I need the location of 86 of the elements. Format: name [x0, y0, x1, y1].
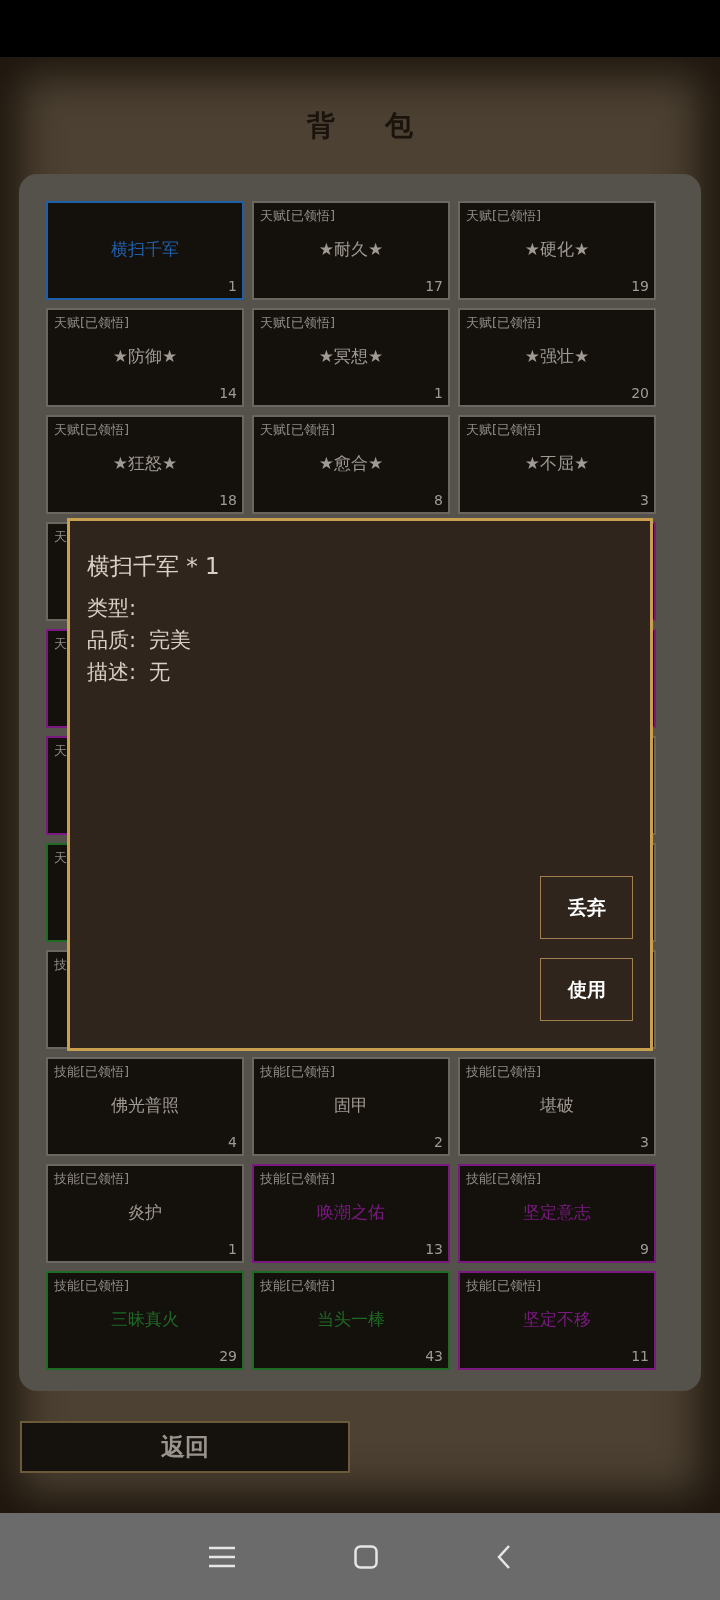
item-count: 3 [640, 493, 649, 507]
item-count: 4 [228, 1135, 237, 1149]
category-label: 天 [54, 530, 67, 543]
item-count: 2 [434, 1135, 443, 1149]
item-count: 43 [425, 1349, 443, 1363]
item-count: 20 [631, 386, 649, 400]
back-icon[interactable] [496, 1544, 511, 1569]
item-slot[interactable]: 技能[已领悟] 佛光普照 4 [46, 1057, 244, 1156]
category-label: 技能[已领悟] [54, 1279, 130, 1292]
item-title: 横扫千军 * 1 [87, 552, 221, 581]
item-name: ★冥想★ [317, 346, 385, 368]
category-label: 天赋[已领悟] [54, 316, 130, 329]
item-count: 11 [631, 1349, 649, 1363]
item-name: 唤潮之佑 [316, 1202, 386, 1224]
item-name: ★硬化★ [523, 239, 591, 261]
item-name: ★狂怒★ [111, 453, 179, 475]
category-label: 技 [54, 958, 67, 971]
item-name: 坚定不移 [522, 1309, 592, 1331]
item-name: 坚定意志 [522, 1202, 592, 1224]
item-slot[interactable]: 技能[已领悟] 坚定意志 9 [458, 1164, 656, 1263]
category-label: 技能[已领悟] [466, 1172, 542, 1185]
item-slot[interactable]: 天赋[已领悟] ★耐久★ 17 [252, 201, 450, 300]
item-attribute: 描述: 无 [87, 658, 172, 686]
item-count: 1 [228, 279, 237, 293]
item-count: 29 [219, 1349, 237, 1363]
category-label: 技能[已领悟] [54, 1065, 130, 1078]
category-label: 天赋[已领悟] [466, 423, 542, 436]
category-label: 技能[已领悟] [260, 1065, 336, 1078]
item-slot[interactable]: 天赋[已领悟] ★愈合★ 8 [252, 415, 450, 514]
item-count: 8 [434, 493, 443, 507]
item-count: 9 [640, 1242, 649, 1256]
category-label: 天赋[已领悟] [260, 423, 336, 436]
item-count: 17 [425, 279, 443, 293]
item-slot[interactable]: 技能[已领悟] 坚定不移 11 [458, 1271, 656, 1370]
category-label: 技能[已领悟] [260, 1279, 336, 1292]
item-name: ★强壮★ [523, 346, 591, 368]
item-name: 堪破 [539, 1095, 575, 1117]
item-name: 三昧真火 [110, 1309, 180, 1331]
item-slot[interactable]: 技能[已领悟] 堪破 3 [458, 1057, 656, 1156]
category-label: 天赋[已领悟] [260, 316, 336, 329]
item-slot[interactable]: 技能[已领悟] 固甲 2 [252, 1057, 450, 1156]
back-button[interactable]: 返回 [20, 1421, 350, 1473]
item-slot[interactable]: 技能[已领悟] 当头一棒 43 [252, 1271, 450, 1370]
item-attribute: 品质: 完美 [87, 626, 193, 654]
item-name: ★愈合★ [317, 453, 385, 475]
item-count: 1 [434, 386, 443, 400]
item-slot[interactable]: 天赋[已领悟] ★硬化★ 19 [458, 201, 656, 300]
item-name: ★耐久★ [317, 239, 385, 261]
item-name: 固甲 [333, 1095, 369, 1117]
item-name: 炎护 [127, 1202, 163, 1224]
category-label: 技能[已领悟] [466, 1065, 542, 1078]
category-label: 技能[已领悟] [260, 1172, 336, 1185]
category-label: 天赋[已领悟] [54, 423, 130, 436]
item-name: 佛光普照 [110, 1095, 180, 1117]
item-count: 14 [219, 386, 237, 400]
menu-icon[interactable] [209, 1545, 236, 1568]
category-label: 天赋[已领悟] [260, 209, 336, 222]
item-slot[interactable]: 天赋[已领悟] ★狂怒★ 18 [46, 415, 244, 514]
item-name: 横扫千军 [110, 239, 180, 261]
item-slot[interactable]: 天赋[已领悟] ★不屈★ 3 [458, 415, 656, 514]
category-label: 天赋[已领悟] [466, 316, 542, 329]
action-button[interactable]: 丢弃 [540, 876, 633, 939]
item-slot[interactable]: 技能[已领悟] 三昧真火 29 [46, 1271, 244, 1370]
item-count: 3 [640, 1135, 649, 1149]
category-label: 技能[已领悟] [54, 1172, 130, 1185]
item-count: 1 [228, 1242, 237, 1256]
category-label: 技能[已领悟] [466, 1279, 542, 1292]
item-attribute: 类型: [87, 594, 138, 622]
item-name: 当头一棒 [316, 1309, 386, 1331]
item-name: ★防御★ [111, 346, 179, 368]
item-slot[interactable]: 技能[已领悟] 炎护 1 [46, 1164, 244, 1263]
item-slot[interactable]: 横扫千军 1 [46, 201, 244, 300]
category-label: 天赋[已领悟] [466, 209, 542, 222]
item-count: 18 [219, 493, 237, 507]
item-slot[interactable]: 天赋[已领悟] ★强壮★ 20 [458, 308, 656, 407]
category-label: 天 [54, 637, 67, 650]
category-label: 天 [54, 744, 67, 757]
home-icon[interactable] [354, 1544, 378, 1569]
category-label: 天 [54, 851, 67, 864]
item-slot[interactable]: 天赋[已领悟] ★防御★ 14 [46, 308, 244, 407]
item-name: ★不屈★ [523, 453, 591, 475]
item-count: 13 [425, 1242, 443, 1256]
item-slot[interactable]: 天赋[已领悟] ★冥想★ 1 [252, 308, 450, 407]
item-count: 19 [631, 279, 649, 293]
item-slot[interactable]: 技能[已领悟] 唤潮之佑 13 [252, 1164, 450, 1263]
action-button[interactable]: 使用 [540, 958, 633, 1021]
